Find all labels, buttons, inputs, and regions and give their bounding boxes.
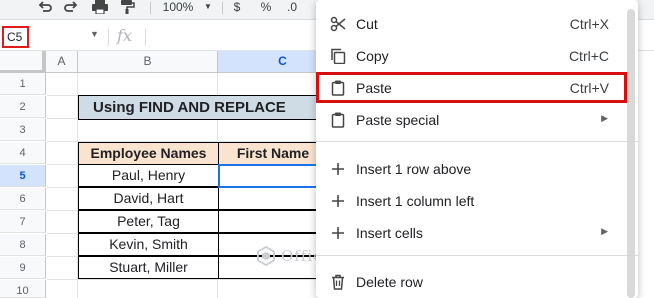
menu-item-cut[interactable]: Cut Ctrl+X <box>316 8 638 40</box>
menu-item-label: Insert cells <box>356 225 423 241</box>
submenu-arrow-icon: ▶ <box>601 226 608 236</box>
copy-icon <box>330 48 346 65</box>
plus-icon <box>330 193 346 209</box>
menu-item-label: Insert 1 column left <box>356 193 475 209</box>
percent-button[interactable]: % <box>259 0 273 14</box>
menu-scrollbar[interactable] <box>627 9 635 298</box>
active-cell-selection[interactable] <box>218 164 328 188</box>
menu-item-label: Copy <box>356 48 389 64</box>
column-header-a[interactable]: A <box>46 51 78 73</box>
first-name-cell[interactable] <box>218 187 328 210</box>
first-name-cell[interactable] <box>218 210 328 233</box>
paint-format-icon[interactable] <box>119 0 135 14</box>
name-box[interactable]: C5 <box>2 26 29 48</box>
row-header-6[interactable]: 6 <box>0 188 46 210</box>
sheet-title[interactable]: Using FIND AND REPLACE <box>78 95 328 120</box>
menu-item-paste-special[interactable]: Paste special ▶ <box>316 104 638 136</box>
header-employee-names[interactable]: Employee Names <box>78 142 219 165</box>
row-header-7[interactable]: 7 <box>0 211 46 233</box>
currency-button[interactable]: $ <box>231 0 243 14</box>
formula-bar-divider <box>145 28 146 46</box>
row-header-4[interactable]: 4 <box>0 142 46 164</box>
zoom-select[interactable]: 100% <box>160 0 196 14</box>
toolbar-divider <box>222 2 223 14</box>
officewheel-logo-icon <box>257 246 275 266</box>
menu-item-shortcut: Ctrl+C <box>568 48 609 64</box>
context-menu: Cut Ctrl+X Copy Ctrl+C Paste Ctrl+V Past… <box>316 0 638 298</box>
row-header-3[interactable]: 3 <box>0 119 46 141</box>
menu-item-label: Cut <box>356 16 378 32</box>
menu-item-insert-row-above[interactable]: Insert 1 row above <box>316 153 638 185</box>
menu-item-label: Paste <box>356 80 392 96</box>
employee-name-cell[interactable]: Kevin, Smith <box>78 233 219 256</box>
menu-item-label: Insert 1 row above <box>356 161 472 177</box>
select-all-corner[interactable] <box>0 51 46 73</box>
menu-item-insert-cells[interactable]: Insert cells ▶ <box>316 217 638 249</box>
clipboard-icon <box>330 80 346 96</box>
submenu-arrow-icon: ▶ <box>601 113 608 123</box>
redo-icon[interactable] <box>63 0 79 14</box>
menu-item-label: Paste special <box>356 112 440 128</box>
employee-name-cell[interactable]: David, Hart <box>78 187 219 210</box>
undo-icon[interactable] <box>37 0 53 14</box>
employee-name-cell[interactable]: Peter, Tag <box>78 210 219 233</box>
menu-item-paste[interactable]: Paste Ctrl+V <box>316 72 627 103</box>
menu-divider <box>316 141 638 142</box>
menu-item-insert-column-left[interactable]: Insert 1 column left <box>316 185 638 217</box>
menu-item-delete-row[interactable]: Delete row <box>316 266 638 298</box>
trash-icon <box>330 274 346 290</box>
fx-icon: fx <box>117 26 132 45</box>
zoom-dropdown-icon[interactable]: ▼ <box>202 0 214 14</box>
plus-icon <box>330 161 346 177</box>
row-header-1[interactable]: 1 <box>0 73 46 95</box>
clipboard-icon <box>330 112 346 128</box>
row-header-9[interactable]: 9 <box>0 257 46 279</box>
menu-item-shortcut: Ctrl+X <box>569 16 609 32</box>
row-header-5[interactable]: 5 <box>0 165 46 187</box>
employee-name-cell[interactable]: Paul, Henry <box>78 164 219 187</box>
toolbar-divider <box>150 2 151 14</box>
menu-divider <box>316 255 638 256</box>
scissors-icon <box>330 16 346 32</box>
print-icon[interactable] <box>91 0 109 14</box>
menu-item-label: Delete row <box>356 274 423 290</box>
row-header-8[interactable]: 8 <box>0 234 46 256</box>
column-header-b[interactable]: B <box>78 51 218 73</box>
employee-name-cell[interactable]: Stuart, Miller <box>78 256 219 279</box>
name-box-dropdown-icon[interactable]: ▼ <box>90 29 99 39</box>
formula-bar-divider <box>108 28 109 46</box>
menu-item-shortcut: Ctrl+V <box>569 80 609 96</box>
row-header-10[interactable]: 10 <box>0 280 46 298</box>
menu-item-copy[interactable]: Copy Ctrl+C <box>316 40 638 72</box>
row-header-2[interactable]: 2 <box>0 96 46 118</box>
decrease-decimal-button[interactable]: .0 <box>283 0 301 14</box>
header-first-name[interactable]: First Name <box>218 142 328 165</box>
plus-icon <box>330 225 346 241</box>
